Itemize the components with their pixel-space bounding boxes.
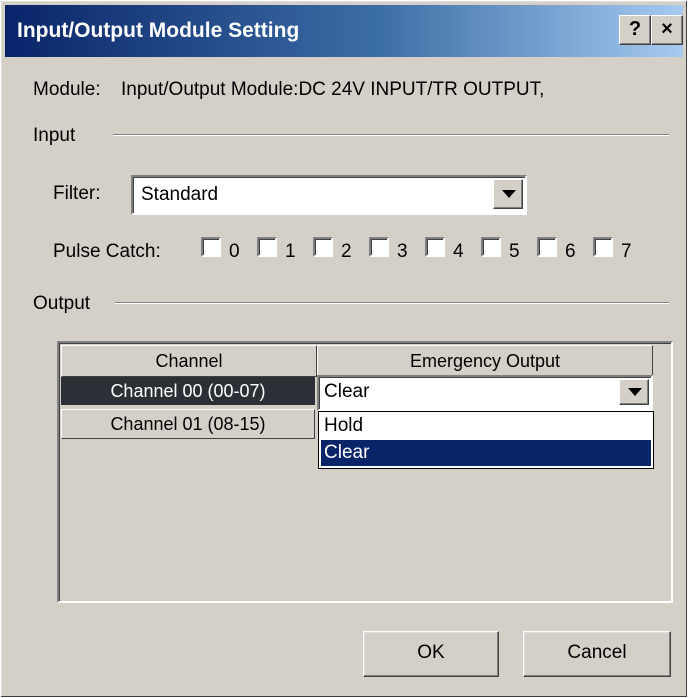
- help-button[interactable]: ?: [619, 15, 651, 45]
- pulse-catch-label-3: 3: [397, 241, 408, 262]
- column-header-channel[interactable]: Channel: [61, 345, 317, 377]
- pulse-catch-checkbox-7[interactable]: [593, 237, 613, 257]
- emergency-dropdown-button[interactable]: [619, 379, 649, 405]
- module-label: Module:: [33, 79, 101, 100]
- filter-select-value: Standard: [141, 184, 219, 205]
- pulse-catch-checkbox-1[interactable]: [257, 237, 277, 257]
- pulse-catch-checkbox-5[interactable]: [481, 237, 501, 257]
- emergency-output-dropdown-list[interactable]: Hold Clear: [318, 411, 654, 469]
- channel-row-00[interactable]: Channel 00 (00-07): [61, 377, 315, 405]
- output-channel-grid[interactable]: Channel Emergency Output Channel 00 (00-…: [57, 341, 673, 603]
- pulse-catch-label-0: 0: [229, 241, 240, 262]
- ok-button[interactable]: OK: [363, 631, 499, 677]
- pulse-catch-label-6: 6: [565, 241, 576, 262]
- pulse-catch-checkbox-2[interactable]: [313, 237, 333, 257]
- close-icon: ×: [661, 18, 673, 40]
- column-header-emergency-output[interactable]: Emergency Output: [317, 345, 653, 377]
- pulse-catch-checkbox-6[interactable]: [537, 237, 557, 257]
- channel-row-01[interactable]: Channel 01 (08-15): [61, 409, 315, 439]
- pulse-catch-label-4: 4: [453, 241, 464, 262]
- chevron-down-icon: [502, 190, 516, 198]
- input-group-divider: [113, 134, 669, 136]
- pulse-catch-label-5: 5: [509, 241, 520, 262]
- pulse-catch-checkbox-3[interactable]: [369, 237, 389, 257]
- pulse-catch-label-7: 7: [621, 241, 632, 262]
- module-value: Input/Output Module:DC 24V INPUT/TR OUTP…: [121, 79, 545, 100]
- pulse-catch-checkbox-4[interactable]: [425, 237, 445, 257]
- close-button[interactable]: ×: [651, 15, 683, 45]
- dropdown-option-hold[interactable]: Hold: [321, 413, 651, 439]
- output-group-divider: [115, 302, 669, 304]
- filter-select[interactable]: Standard: [131, 175, 527, 215]
- filter-dropdown-button[interactable]: [493, 179, 523, 209]
- pulse-catch-checkbox-0[interactable]: [201, 237, 221, 257]
- pulse-catch-label: Pulse Catch:: [53, 241, 161, 262]
- help-icon: ?: [628, 18, 642, 40]
- filter-label: Filter:: [53, 183, 101, 204]
- pulse-catch-label-1: 1: [285, 241, 296, 262]
- title-bar[interactable]: Input/Output Module Setting ? ×: [5, 5, 683, 57]
- emergency-output-select-value: Clear: [324, 381, 370, 402]
- dropdown-option-clear[interactable]: Clear: [321, 440, 651, 466]
- output-group-label: Output: [33, 293, 91, 314]
- dialog-window: Input/Output Module Setting ? × Module: …: [0, 0, 688, 698]
- cancel-button[interactable]: Cancel: [523, 631, 671, 677]
- window-title: Input/Output Module Setting: [17, 19, 300, 42]
- input-group-label: Input: [33, 125, 76, 146]
- chevron-down-icon: [628, 388, 642, 396]
- pulse-catch-label-2: 2: [341, 241, 352, 262]
- emergency-output-select[interactable]: Clear: [317, 375, 653, 411]
